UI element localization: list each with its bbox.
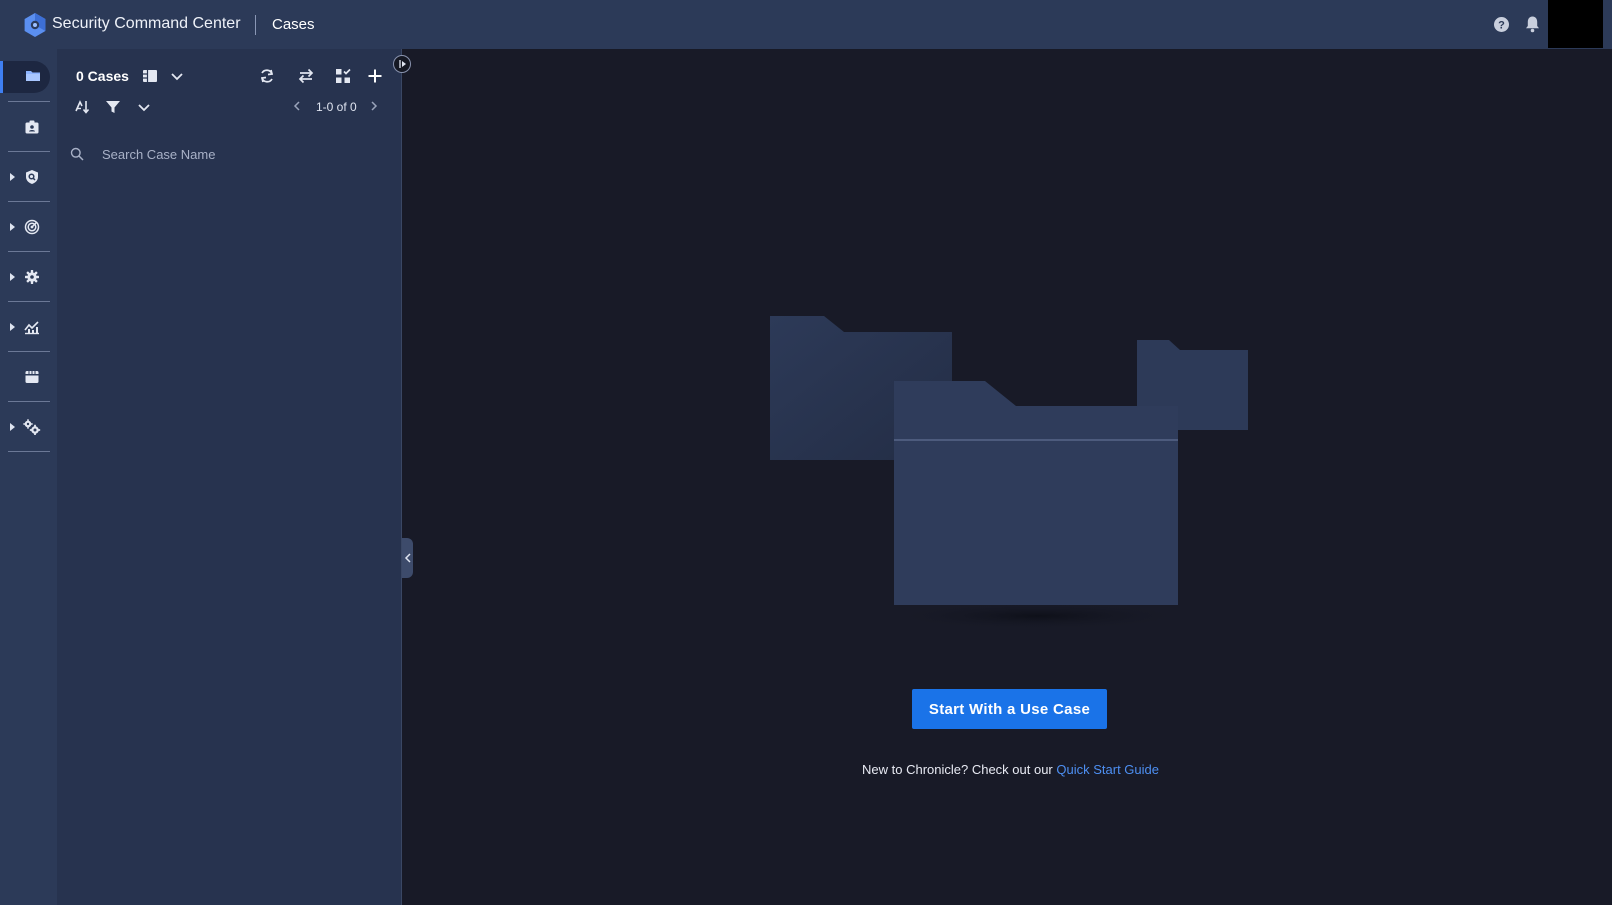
svg-text:?: ? [1498, 20, 1505, 32]
folder-icon [26, 71, 40, 81]
settings-gears-icon [23, 419, 41, 435]
play-arrow-icon [399, 60, 406, 68]
expand-caret-icon [10, 273, 15, 281]
expand-caret-icon [10, 173, 15, 181]
expand-caret-icon [10, 423, 15, 431]
filter-icon[interactable] [104, 98, 122, 116]
user-avatar[interactable] [1548, 0, 1603, 48]
swap-icon[interactable] [297, 67, 315, 85]
filter-chevron-down-icon[interactable] [135, 98, 153, 116]
chevron-left-icon [404, 553, 411, 563]
sort-icon[interactable] [73, 98, 91, 116]
list-view-icon[interactable] [141, 67, 159, 85]
gear-icon [25, 270, 39, 284]
prev-page-icon[interactable] [290, 99, 304, 113]
help-icon[interactable]: ? [1493, 16, 1510, 33]
add-case-icon[interactable] [366, 67, 384, 85]
expand-caret-icon [10, 223, 15, 231]
refresh-icon[interactable] [258, 67, 276, 85]
panel-expand-toggle[interactable] [393, 55, 411, 73]
nav-separator [8, 351, 50, 352]
bell-icon[interactable] [1524, 15, 1541, 33]
brand-name: Security Command Center [52, 15, 241, 32]
select-cases-icon[interactable] [334, 67, 352, 85]
pagination-label: 1-0 of 0 [316, 100, 357, 114]
top-bar: Security Command Center Cases ? [0, 0, 1612, 49]
nav-separator [8, 451, 50, 452]
nav-separator [8, 101, 50, 102]
shield-search-icon [26, 170, 38, 184]
view-chevron-down-icon[interactable] [168, 67, 186, 85]
nav-separator [8, 151, 50, 152]
search-case-input[interactable] [102, 142, 382, 166]
help-text: New to Chronicle? Check out our [862, 762, 1053, 777]
case-search [67, 138, 387, 170]
empty-folders-illustration [770, 316, 1248, 630]
analytics-icon [24, 321, 39, 335]
security-command-center-logo [24, 13, 46, 37]
nav-analytics[interactable] [0, 309, 57, 349]
quick-start-guide-link[interactable]: Quick Start Guide [1056, 762, 1159, 777]
nav-cases[interactable] [0, 59, 57, 99]
store-icon [25, 371, 39, 383]
nav-separator [8, 251, 50, 252]
radar-icon [24, 219, 40, 235]
nav-response[interactable] [0, 259, 57, 299]
search-icon [70, 147, 84, 161]
start-with-use-case-button[interactable]: Start With a Use Case [912, 689, 1107, 729]
brand-divider [255, 15, 256, 35]
nav-separator [8, 301, 50, 302]
case-badge-icon [25, 120, 39, 134]
cases-panel: 0 Cases 1-0 of 0 Search Case Name [57, 49, 402, 905]
quick-start-help-text: New to Chronicle? Check out our Quick St… [862, 762, 1159, 777]
page-title: Cases [272, 16, 315, 33]
nav-separator [8, 401, 50, 402]
nav-marketplace[interactable] [0, 359, 57, 399]
panel-collapse-handle[interactable] [402, 538, 413, 578]
left-nav-rail [0, 49, 57, 905]
nav-settings[interactable] [0, 409, 57, 449]
nav-detection[interactable] [0, 159, 57, 199]
next-page-icon[interactable] [367, 99, 381, 113]
cases-count: 0 Cases [76, 68, 129, 84]
nav-case-badge[interactable] [0, 109, 57, 149]
nav-separator [8, 201, 50, 202]
nav-investigation[interactable] [0, 209, 57, 249]
expand-caret-icon [10, 323, 15, 331]
